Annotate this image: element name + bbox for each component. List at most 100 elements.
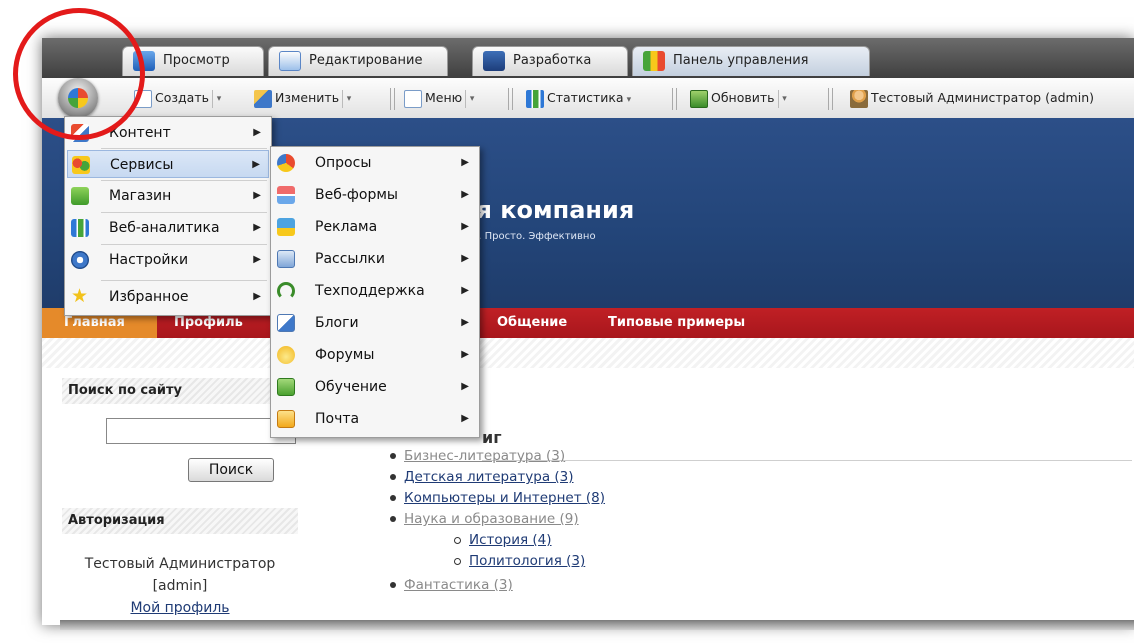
submenu-item-learning[interactable]: Обучение ▶: [273, 373, 477, 401]
tab-control-panel[interactable]: Панель управления: [632, 46, 870, 76]
catalog-subitem[interactable]: История (4): [454, 532, 552, 548]
refresh-icon: [690, 89, 708, 108]
chart-icon: [526, 89, 544, 108]
toolbar-divider: [512, 88, 513, 110]
site-slogan: тро. Просто. Эффективно: [460, 231, 596, 242]
bullet-icon: [390, 516, 396, 522]
bullet-outline-icon: [454, 536, 461, 544]
chevron-right-icon: ▶: [461, 157, 469, 168]
main-menu: Контент ▶ Сервисы ▶ Магазин ▶ Веб-аналит…: [64, 116, 272, 316]
search-button[interactable]: Поиск: [188, 458, 274, 482]
auth-user-login: [admin]: [152, 578, 208, 594]
star-icon: ★: [71, 285, 89, 307]
catalog-item[interactable]: Компьютеры и Интернет (8): [390, 490, 605, 506]
nav-home[interactable]: Главная: [64, 315, 125, 330]
chevron-right-icon: ▶: [253, 222, 261, 233]
submenu-item-ads[interactable]: Реклама ▶: [273, 213, 477, 241]
catalog-link[interactable]: Политология (3): [469, 553, 585, 569]
chevron-down-icon[interactable]: ▾: [627, 95, 632, 105]
submenu-item-blogs[interactable]: Блоги ▶: [273, 309, 477, 337]
edit-label: Изменить: [275, 90, 340, 105]
chevron-down-icon[interactable]: ▾: [777, 89, 791, 108]
submenu-item-mail[interactable]: Почта ▶: [273, 405, 477, 433]
catalog-item[interactable]: Фантастика (3): [390, 577, 513, 593]
learning-icon: [277, 378, 295, 396]
chevron-right-icon: ▶: [461, 285, 469, 296]
chevron-down-icon[interactable]: ▾: [342, 89, 355, 108]
chevron-right-icon: ▶: [461, 317, 469, 328]
chevron-right-icon: ▶: [461, 381, 469, 392]
toolbar-divider: [832, 88, 833, 110]
menu-button[interactable]: Меню ▾: [404, 86, 478, 110]
menu-item-shop[interactable]: Магазин ▶: [67, 182, 269, 210]
pencil-icon: [254, 89, 272, 108]
catalog-subitem[interactable]: Политология (3): [454, 553, 585, 569]
create-button[interactable]: Создать ▾: [134, 86, 225, 110]
poll-icon: [277, 154, 295, 172]
catalog-item[interactable]: Бизнес-литература (3): [390, 448, 565, 464]
nav-community[interactable]: Общение: [497, 315, 567, 330]
catalog-divider: [482, 460, 1132, 461]
catalog-link[interactable]: Фантастика (3): [404, 577, 513, 593]
catalog-link[interactable]: Компьютеры и Интернет (8): [404, 490, 605, 506]
submenu-item-polls[interactable]: Опросы ▶: [273, 149, 477, 177]
chevron-right-icon: ▶: [253, 291, 261, 302]
catalog-item[interactable]: Наука и образование (9): [390, 511, 579, 527]
menu-item-services[interactable]: Сервисы ▶: [67, 150, 269, 178]
tab-develop[interactable]: Разработка: [472, 46, 628, 76]
bullet-outline-icon: [454, 557, 461, 565]
chevron-down-icon[interactable]: ▾: [465, 89, 478, 108]
menu-item-label: Магазин: [109, 188, 172, 204]
submenu-item-label: Рассылки: [315, 251, 385, 267]
chevron-right-icon: ▶: [461, 221, 469, 232]
search-input[interactable]: [106, 418, 296, 444]
headset-icon: [277, 282, 295, 300]
edit-button[interactable]: Изменить ▾: [254, 86, 355, 110]
chevron-down-icon[interactable]: ▾: [211, 89, 225, 108]
menu-edit-icon: [404, 89, 422, 108]
catalog-link[interactable]: Детская литература (3): [404, 469, 574, 485]
catalog-item[interactable]: Детская литература (3): [390, 469, 574, 485]
create-label: Создать: [155, 90, 209, 105]
tab-view-label: Просмотр: [163, 53, 230, 68]
menu-divider: [101, 280, 267, 281]
my-profile-link[interactable]: Мой профиль: [62, 600, 298, 616]
dev-icon: [483, 51, 505, 71]
submenu-item-label: Веб-формы: [315, 187, 398, 203]
catalog-link[interactable]: История (4): [469, 532, 552, 548]
control-panel-icon: [643, 51, 665, 71]
mail-icon: [277, 410, 295, 428]
chevron-right-icon: ▶: [253, 127, 261, 138]
user-button[interactable]: Тестовый Администратор (admin): [850, 86, 1094, 110]
submenu-item-support[interactable]: Техподдержка ▶: [273, 277, 477, 305]
bullet-icon: [390, 582, 396, 588]
cart-icon: [71, 187, 89, 205]
mailing-icon: [277, 250, 295, 268]
submenu-item-webforms[interactable]: Веб-формы ▶: [273, 181, 477, 209]
site-title[interactable]: оя компания: [460, 196, 634, 224]
admin-tab-bar: Просмотр Редактирование Разработка Панел…: [42, 38, 1134, 78]
submenu-item-mailings[interactable]: Рассылки ▶: [273, 245, 477, 273]
search-block-title: Поиск по сайту: [62, 378, 298, 404]
submenu-item-forums[interactable]: Форумы ▶: [273, 341, 477, 369]
statistics-button[interactable]: Статистика ▾: [526, 86, 631, 110]
menu-divider: [101, 148, 267, 149]
tab-control-panel-label: Панель управления: [673, 53, 809, 68]
nav-examples[interactable]: Типовые примеры: [608, 315, 745, 330]
submenu-item-label: Опросы: [315, 155, 372, 171]
menu-item-label: Сервисы: [110, 157, 174, 173]
catalog-link[interactable]: Бизнес-литература (3): [404, 448, 565, 464]
menu-item-favorites[interactable]: ★ Избранное ▶: [67, 283, 269, 311]
tab-develop-label: Разработка: [513, 53, 592, 68]
services-icon: [72, 156, 90, 174]
refresh-button[interactable]: Обновить ▾: [690, 86, 791, 110]
menu-item-analytics[interactable]: Веб-аналитика ▶: [67, 214, 269, 242]
nav-profile[interactable]: Профиль: [174, 315, 243, 330]
auth-block-title: Авторизация: [62, 508, 298, 534]
tab-edit[interactable]: Редактирование: [268, 46, 448, 76]
chevron-right-icon: ▶: [253, 190, 261, 201]
menu-item-settings[interactable]: Настройки ▶: [67, 246, 269, 274]
catalog-link[interactable]: Наука и образование (9): [404, 511, 579, 527]
toolbar-divider: [394, 88, 395, 110]
settings-icon: [71, 251, 89, 269]
